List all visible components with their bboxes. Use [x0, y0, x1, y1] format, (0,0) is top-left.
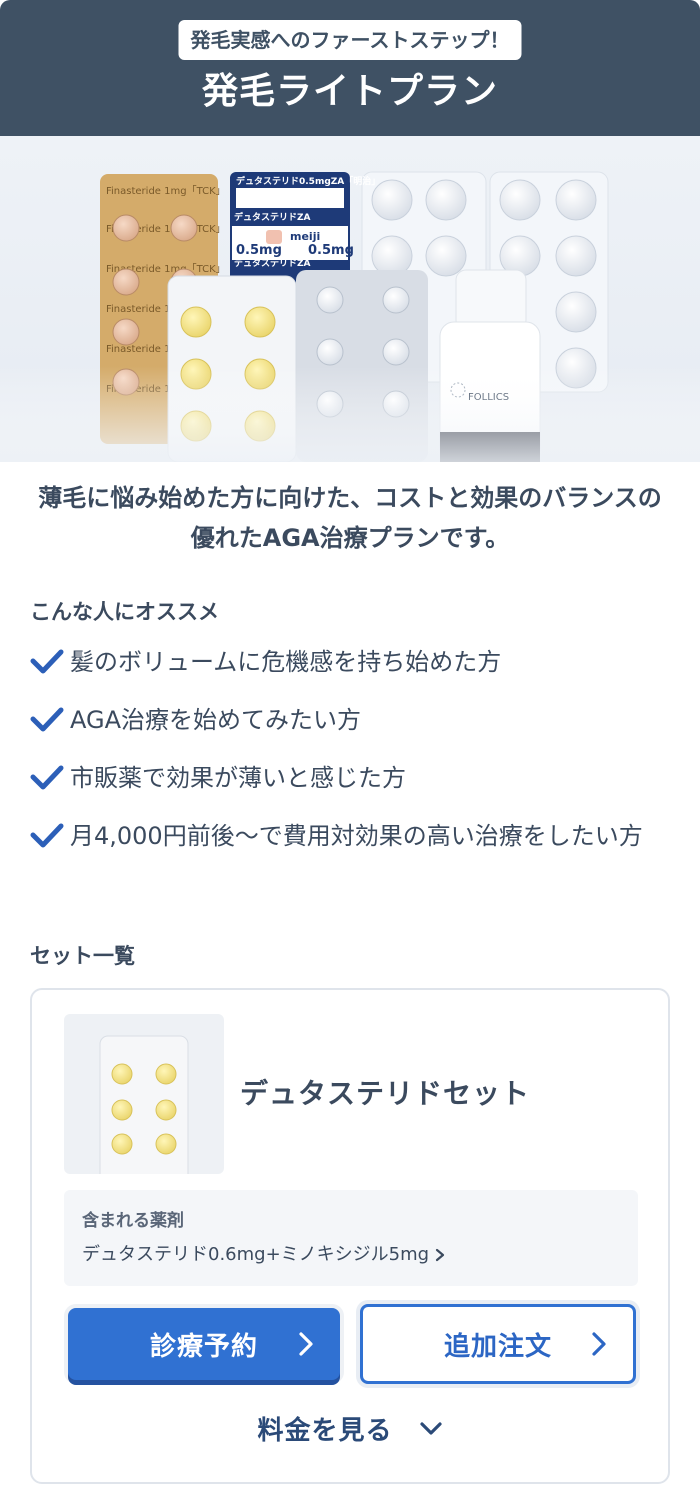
chevron-down-icon — [419, 1421, 442, 1435]
svg-text:デュタステリド0.5mgZA「明治」: デュタステリド0.5mgZA「明治」 — [236, 175, 380, 187]
recommend-list: 髪のボリュームに危機感を持ち始めた方 AGA治療を始めてみたい方 市販薬で効果が… — [30, 644, 670, 876]
check-icon — [30, 765, 64, 790]
svg-text:meiji: meiji — [290, 230, 320, 243]
svg-text:0.5mg: 0.5mg — [236, 243, 282, 258]
plan-header: 発毛実感へのファーストステップ！ 発毛ライトプラン — [0, 0, 700, 136]
plan-tagline-badge: 発毛実感へのファーストステップ！ — [178, 20, 522, 60]
svg-text:Finasteride 1mg「TCK」: Finasteride 1mg「TCK」 — [106, 185, 226, 197]
recommend-item-text: 月4,000円前後〜で費用対効果の高い治療をしたい方 — [70, 822, 643, 850]
chevron-right-icon — [592, 1332, 606, 1356]
recommend-item-text: AGA治療を始めてみたい方 — [70, 706, 362, 734]
included-medicine-box: 含まれる薬剤 デュタステリド0.6mg+ミノキシジル5mg — [64, 1190, 638, 1286]
chevron-right-icon — [435, 1248, 445, 1262]
view-price-label: 料金を見る — [257, 1416, 393, 1446]
set-product-image — [64, 1014, 224, 1174]
view-price-toggle[interactable]: 料金を見る — [32, 1410, 668, 1447]
recommend-item: 市販薬で効果が薄いと感じた方 — [30, 760, 670, 796]
svg-text:0.5mg: 0.5mg — [308, 243, 354, 258]
reserve-consultation-button[interactable]: 診療予約 — [68, 1308, 340, 1380]
order-button-label: 追加注文 — [443, 1331, 552, 1362]
blister-pack-illustration — [99, 1035, 189, 1174]
medicine-products-illustration: Finasteride 1mg「TCK」 Finasteride 1mg「TCK… — [0, 171, 700, 462]
plan-title: 発毛ライトプラン — [201, 71, 498, 112]
svg-text:デュタステリドZA: デュタステリドZA — [234, 211, 311, 223]
set-card: デュタステリドセット 含まれる薬剤 デュタステリド0.6mg+ミノキシジル5mg… — [30, 988, 670, 1484]
recommend-item: 月4,000円前後〜で費用対効果の高い治療をしたい方 — [30, 818, 670, 854]
check-icon — [30, 823, 64, 848]
chevron-right-icon — [299, 1332, 313, 1356]
reserve-button-label: 診療予約 — [149, 1331, 258, 1362]
check-icon — [30, 707, 64, 732]
included-medicine-link[interactable]: デュタステリド0.6mg+ミノキシジル5mg — [82, 1242, 620, 1268]
included-medicine-label: 含まれる薬剤 — [82, 1211, 184, 1231]
recommend-heading: こんな人にオススメ — [30, 600, 219, 624]
plan-description: 薄毛に悩み始めた方に向けた、コストと効果のバランスの優れたAGA治療プランです。 — [38, 484, 662, 552]
recommend-item: AGA治療を始めてみたい方 — [30, 702, 670, 738]
included-medicine-value: デュタステリド0.6mg+ミノキシジル5mg — [82, 1244, 430, 1265]
check-icon — [30, 649, 64, 674]
hero-product-image: Finasteride 1mg「TCK」 Finasteride 1mg「TCK… — [0, 136, 700, 462]
set-list-heading: セット一覧 — [30, 944, 135, 968]
recommend-item-text: 市販薬で効果が薄いと感じた方 — [70, 764, 406, 792]
svg-text:Finasteride 1: Finasteride 1 — [106, 344, 170, 355]
additional-order-button[interactable]: 追加注文 — [360, 1304, 636, 1384]
set-title: デュタステリドセット — [240, 1077, 531, 1110]
recommend-item: 髪のボリュームに危機感を持ち始めた方 — [30, 644, 670, 680]
recommend-item-text: 髪のボリュームに危機感を持ち始めた方 — [70, 648, 502, 676]
svg-text:Finasteride 1: Finasteride 1 — [106, 304, 170, 315]
